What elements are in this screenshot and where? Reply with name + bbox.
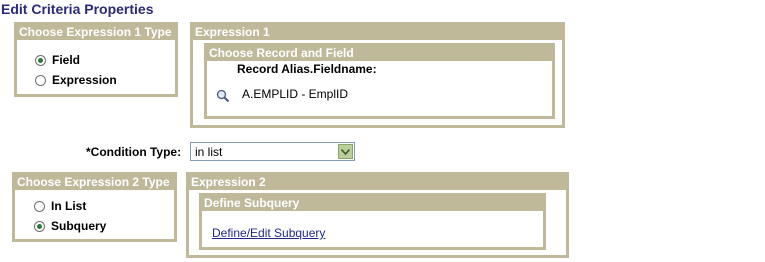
choose-record-field-group: Choose Record and Field Record Alias.Fie… [204,43,555,119]
expression1-type-group: Choose Expression 1 Type Field Expressio… [14,22,178,97]
radio-field[interactable] [35,54,46,66]
expression1-type-header: Choose Expression 1 Type [19,25,172,39]
radio-field-label: Field [52,53,81,67]
expression2-type-group: Choose Expression 2 Type In List Subquer… [12,172,177,242]
expression1-header: Expression 1 [195,25,270,39]
expression1-group: Expression 1 Choose Record and Field Rec… [190,22,565,128]
expression2-body: Define Subquery Define/Edit Subquery [189,190,566,255]
expression1-body: Choose Record and Field Record Alias.Fie… [193,40,562,125]
define-edit-subquery-link[interactable]: Define/Edit Subquery [212,226,325,240]
radio-expression-label: Expression [52,73,117,87]
radio-in-list[interactable] [34,200,45,212]
radio-expression[interactable] [35,74,46,86]
radio-subquery-row[interactable]: Subquery [34,219,106,233]
magnifier-icon[interactable] [216,89,230,106]
condition-type-label: *Condition Type: [86,145,182,159]
expression1-type-body: Field Expression [17,40,175,94]
record-alias-column-label: Record Alias.Fieldname: [237,62,377,76]
chevron-down-icon[interactable] [338,144,353,159]
define-subquery-body: Define/Edit Subquery [202,211,543,247]
radio-field-row[interactable]: Field [35,53,80,67]
condition-type-value: in list [195,144,223,159]
expression2-header: Expression 2 [191,175,266,189]
define-subquery-group: Define Subquery Define/Edit Subquery [199,193,546,250]
expression2-group: Expression 2 Define Subquery Define/Edit… [186,172,569,258]
record-field-value: A.EMPLID - EmplID [242,87,349,101]
define-subquery-header: Define Subquery [204,196,300,210]
choose-record-field-header: Choose Record and Field [209,46,354,60]
choose-record-field-body: Record Alias.Fieldname: A.EMPLID - EmplI… [207,61,552,116]
expression2-type-header: Choose Expression 2 Type [17,175,170,189]
page-title: Edit Criteria Properties [1,1,154,17]
expression2-type-body: In List Subquery [15,190,174,239]
radio-in-list-label: In List [51,199,87,213]
radio-in-list-row[interactable]: In List [34,199,86,213]
radio-subquery-label: Subquery [51,219,107,233]
radio-expression-row[interactable]: Expression [35,73,117,87]
condition-type-select[interactable]: in list [190,142,355,161]
radio-subquery[interactable] [34,220,45,232]
